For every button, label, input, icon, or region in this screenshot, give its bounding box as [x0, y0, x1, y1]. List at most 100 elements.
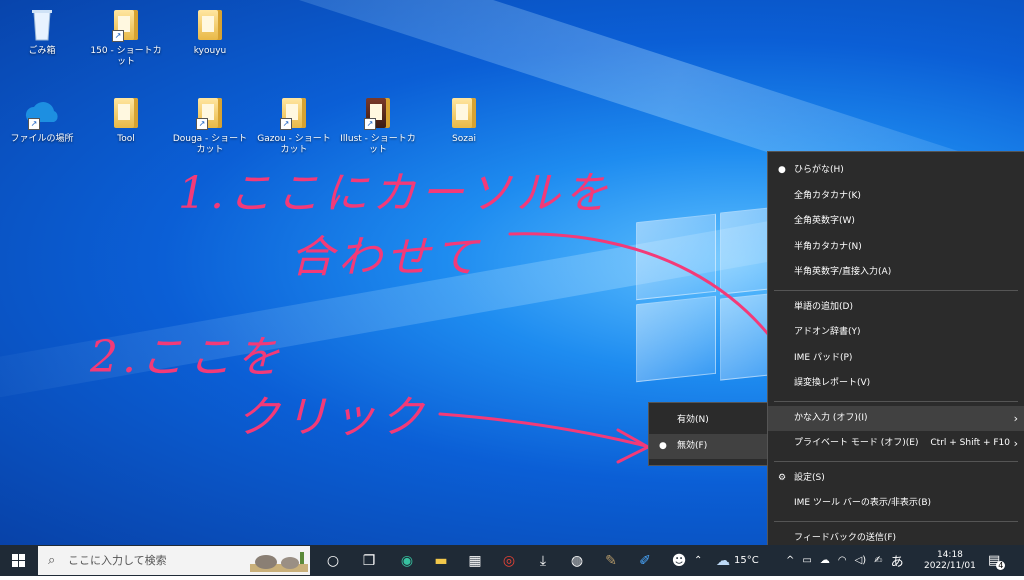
- folder-gazou-shortcut-icon[interactable]: ↗ Gazou - ショートカット: [256, 94, 332, 156]
- chevron-up-icon: ⌃: [694, 555, 703, 566]
- volume-icon[interactable]: ◁): [855, 555, 867, 566]
- weather-temperature: 15°C: [734, 555, 759, 566]
- folder-illust-shortcut-icon[interactable]: ↗ Illust - ショートカット: [340, 94, 416, 156]
- menu-item-kana-input[interactable]: かな入力 (オフ)(I) ›: [768, 405, 1024, 431]
- submenu-item-disable[interactable]: ● 無効(F): [649, 433, 767, 459]
- obs-icon: ◍: [570, 552, 584, 569]
- ime-mode-indicator[interactable]: あ: [891, 551, 904, 570]
- menu-item-label: 全角カタカナ(K): [794, 190, 861, 201]
- taskbar-search-box[interactable]: ⌕ ここに入力して検索: [38, 546, 310, 575]
- chevron-right-icon: ›: [1013, 411, 1018, 425]
- tray-up-icon[interactable]: ^: [786, 555, 794, 566]
- store-icon: ▦: [468, 552, 482, 569]
- desktop-icon-label: ごみ箱: [28, 46, 56, 56]
- ime-context-menu: ● ひらがな(H) 全角カタカナ(K) 全角英数字(W) 半角カタカナ(N) 半角…: [767, 151, 1024, 551]
- folder-douga-shortcut-icon[interactable]: ↗ Douga - ショートカット: [172, 94, 248, 156]
- annotation-step2-line1: 2.ここを: [90, 332, 284, 383]
- chrome-icon: ◎: [502, 552, 516, 569]
- taskbar-app-pen[interactable]: ✐: [628, 545, 662, 576]
- menu-item-label: 全角英数字(W): [794, 216, 855, 226]
- taskbar-app-edge[interactable]: ◉: [390, 545, 424, 576]
- wifi-icon[interactable]: ◠: [838, 555, 847, 566]
- menu-item-label: かな入力 (オフ)(I): [794, 412, 868, 423]
- edge-icon: ◉: [400, 552, 414, 569]
- search-placeholder: ここに入力して検索: [68, 554, 167, 567]
- menu-separator: [774, 460, 1018, 462]
- desktop-icon-label: 150 - ショートカット: [90, 46, 162, 67]
- onedrive-icon[interactable]: ☁: [820, 555, 830, 566]
- pen-icon: ✐: [639, 552, 651, 569]
- tray-overflow[interactable]: ⌃: [694, 545, 702, 576]
- desktop-icon-label: Illust - ショートカット: [340, 134, 416, 155]
- folder-tool-icon[interactable]: Tool: [88, 94, 164, 145]
- menu-item-label: 半角英数字/直接入力(A): [794, 267, 892, 277]
- clock-date: 2022/11/01: [924, 560, 976, 571]
- desktop-icon-label: Douga - ショートカット: [172, 134, 248, 155]
- cloud-icon: ☁: [716, 552, 730, 569]
- notification-center-button[interactable]: ▤ 4: [988, 545, 1006, 576]
- annotation-step1-line1: 1.ここにカーソルを: [178, 168, 612, 219]
- tray-icons: ^ ▭ ☁ ◠ ◁) ✍ あ: [786, 545, 904, 576]
- download-icon: ⤓: [539, 552, 547, 569]
- taskbar-app-chrome[interactable]: ◎: [492, 545, 526, 576]
- menu-item-hankaku-eisu[interactable]: 半角英数字/直接入力(A): [768, 260, 1024, 286]
- bullet-icon: ●: [659, 440, 667, 451]
- submenu-item-enable[interactable]: 有効(N): [649, 408, 767, 434]
- folder-icon: ▬: [434, 552, 448, 569]
- menu-item-ime-pad[interactable]: IME パッド(P): [768, 346, 1024, 372]
- menu-item-shortcut: Ctrl + Shift + F10: [930, 438, 1010, 448]
- meet-icon[interactable]: ▭: [802, 555, 811, 566]
- folder-150-shortcut-icon[interactable]: ↗ 150 - ショートカット: [88, 6, 164, 68]
- menu-item-addon-dictionary[interactable]: アドオン辞書(Y): [768, 320, 1024, 346]
- taskbar-app-character[interactable]: ☻: [662, 545, 696, 576]
- taskbar-clock[interactable]: 14:18 2022/11/01: [924, 545, 976, 576]
- cortana-button[interactable]: ○: [316, 545, 350, 576]
- taskbar-app-gimp[interactable]: ✎: [594, 545, 628, 576]
- menu-separator: [774, 400, 1018, 402]
- menu-item-settings[interactable]: ⚙ 設定(S): [768, 466, 1024, 492]
- annotation-step2-line2: クリック: [236, 392, 428, 443]
- bullet-icon: ●: [778, 165, 786, 175]
- task-view-icon: ❐: [362, 552, 376, 569]
- taskbar-app-obs[interactable]: ◍: [560, 545, 594, 576]
- menu-item-label: 半角カタカナ(N): [794, 241, 862, 252]
- menu-item-label: 有効(N): [677, 415, 709, 425]
- task-view-button[interactable]: ❐: [352, 545, 386, 576]
- annotation-step1-line2: 合わせて: [290, 232, 482, 283]
- menu-item-hiragana[interactable]: ● ひらがな(H): [768, 158, 1024, 184]
- menu-item-conversion-report[interactable]: 誤変換レポート(V): [768, 371, 1024, 397]
- onedrive-shortcut-icon[interactable]: ↗ ファイルの場所: [4, 94, 80, 145]
- menu-item-label: 設定(S): [794, 472, 825, 483]
- menu-item-hankaku-katakana[interactable]: 半角カタカナ(N): [768, 235, 1024, 261]
- menu-item-private-mode[interactable]: プライベート モード (オフ)(E) Ctrl + Shift + F10 ›: [768, 431, 1024, 457]
- windows-icon: [12, 554, 25, 567]
- search-icon: ⌕: [48, 553, 56, 568]
- menu-item-label: IME ツール バーの表示/非表示(B): [794, 498, 932, 508]
- menu-separator: [774, 520, 1018, 522]
- character-icon: ☻: [671, 552, 687, 569]
- taskbar-app-installer[interactable]: ⤓: [526, 545, 560, 576]
- elephant-search-highlight-icon: [250, 552, 308, 572]
- menu-item-zenkaku-eisu[interactable]: 全角英数字(W): [768, 209, 1024, 235]
- gimp-icon: ✎: [605, 552, 617, 569]
- menu-item-toggle-toolbar[interactable]: IME ツール バーの表示/非表示(B): [768, 491, 1024, 517]
- circle-icon: ○: [326, 552, 340, 569]
- folder-sozai-icon[interactable]: Sozai: [426, 94, 502, 145]
- desktop-icon-label: kyouyu: [193, 46, 227, 56]
- menu-item-add-word[interactable]: 単語の追加(D): [768, 295, 1024, 321]
- trash-icon: [32, 10, 52, 41]
- menu-item-label: 誤変換レポート(V): [794, 378, 871, 388]
- pen-workspace-icon[interactable]: ✍: [874, 555, 882, 566]
- menu-item-zenkaku-katakana[interactable]: 全角カタカナ(K): [768, 184, 1024, 210]
- taskbar-app-store[interactable]: ▦: [458, 545, 492, 576]
- recycle-bin-icon[interactable]: ごみ箱: [4, 6, 80, 57]
- desktop-icon-label: Gazou - ショートカット: [257, 134, 331, 155]
- taskbar-app-explorer[interactable]: ▬: [424, 545, 458, 576]
- folder-kyouyu-icon[interactable]: kyouyu: [172, 6, 248, 57]
- clock-time: 14:18: [936, 549, 963, 560]
- menu-item-label: ひらがな(H): [794, 165, 844, 175]
- weather-widget[interactable]: ☁ 15°C: [716, 545, 759, 576]
- menu-item-label: アドオン辞書(Y): [794, 327, 861, 337]
- taskbar: ⌕ ここに入力して検索 ○ ❐ ◉ ▬ ▦ ◎ ⤓ ◍ ✎ ✐ ☻ ⌃ ☁ 15…: [0, 545, 1024, 576]
- start-button[interactable]: [0, 545, 38, 576]
